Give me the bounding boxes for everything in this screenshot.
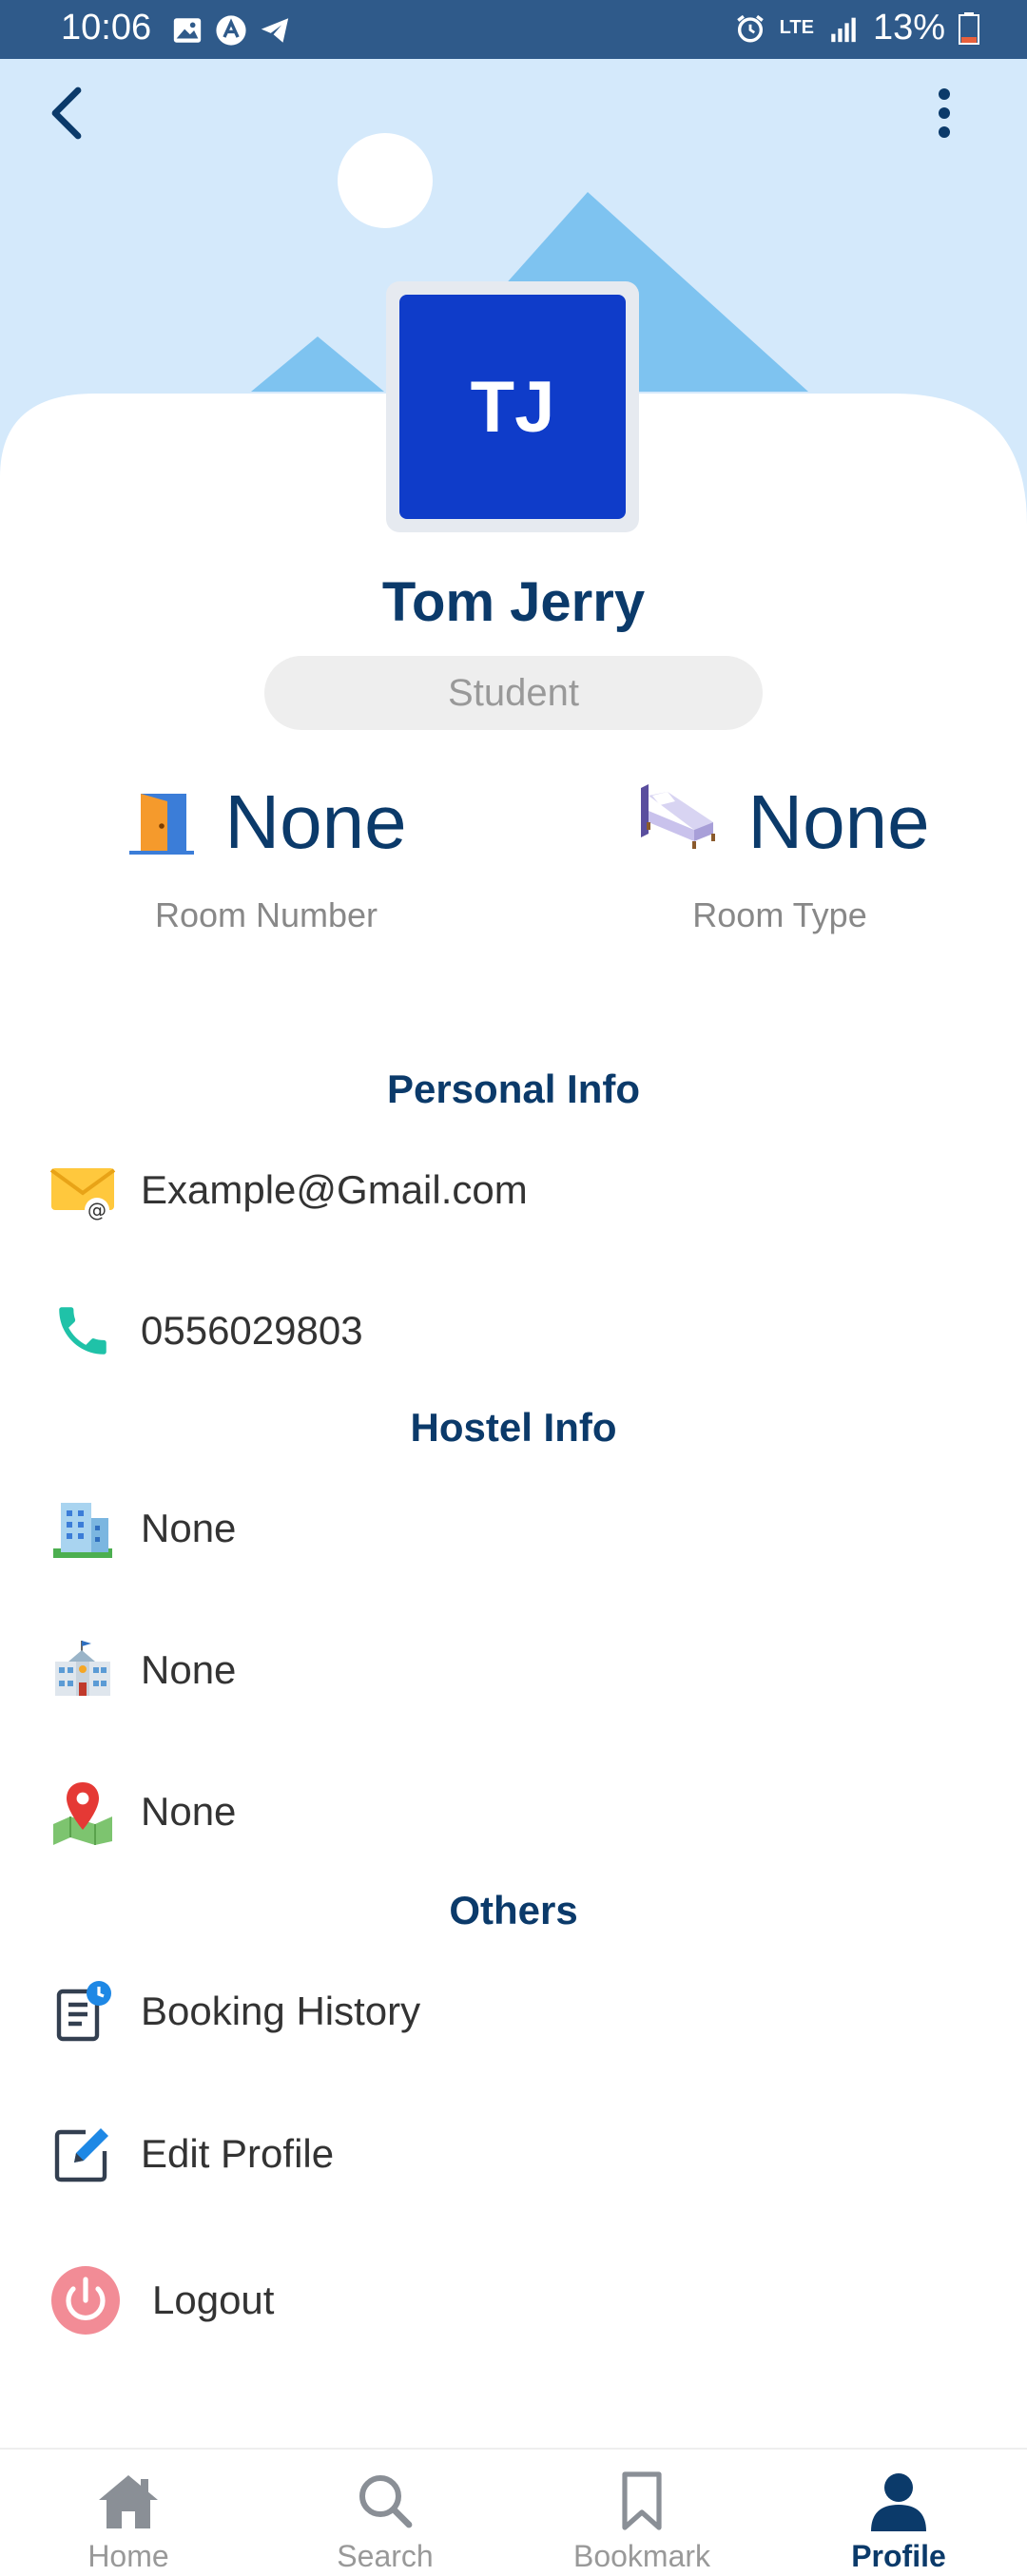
status-bar: 10:06 LTE 13% bbox=[0, 0, 1027, 59]
location-text: None bbox=[141, 1789, 237, 1834]
sun-decoration bbox=[338, 133, 433, 228]
nav-search-label: Search bbox=[337, 2539, 434, 2573]
location-row: None bbox=[49, 1774, 236, 1850]
app-icon bbox=[216, 15, 246, 46]
door-icon bbox=[129, 794, 195, 855]
email-text: Example@Gmail.com bbox=[141, 1167, 528, 1212]
bookmark-icon bbox=[609, 2469, 675, 2533]
institution-text: None bbox=[141, 1647, 237, 1692]
building-icon bbox=[49, 1495, 116, 1562]
nav-home-label: Home bbox=[87, 2539, 169, 2573]
nav-profile[interactable]: Profile bbox=[770, 2450, 1027, 2576]
booking-history-icon bbox=[49, 1978, 116, 2045]
room-number-stat: None Room Number bbox=[38, 760, 494, 935]
bottom-navigation: Home Search Bookmark Profile bbox=[0, 2448, 1027, 2576]
search-icon bbox=[352, 2469, 418, 2533]
gallery-icon bbox=[173, 18, 202, 43]
phone-row: 0556029803 bbox=[49, 1293, 363, 1369]
nav-home[interactable]: Home bbox=[0, 2450, 257, 2576]
room-type-value: None bbox=[747, 779, 930, 864]
edit-profile-label: Edit Profile bbox=[141, 2131, 335, 2176]
others-title: Others bbox=[449, 1888, 578, 1932]
hostel-name-text: None bbox=[141, 1506, 237, 1550]
person-icon bbox=[865, 2469, 932, 2533]
svg-text:@: @ bbox=[87, 1199, 107, 1221]
notification-icons bbox=[171, 13, 291, 48]
booking-history-label: Booking History bbox=[141, 1989, 421, 2033]
nav-bookmark-label: Bookmark bbox=[572, 2539, 711, 2573]
booking-history-row[interactable]: Booking History bbox=[49, 1973, 420, 2049]
alarm-icon bbox=[736, 14, 764, 42]
more-vertical-icon bbox=[939, 88, 950, 138]
bed-icon bbox=[641, 784, 716, 849]
profile-name: Tom Jerry bbox=[381, 571, 646, 633]
map-pin-icon bbox=[49, 1778, 116, 1845]
avatar[interactable]: TJ bbox=[399, 295, 626, 519]
network-type: LTE bbox=[779, 17, 814, 38]
room-type-stat: None Room Type bbox=[552, 760, 1008, 935]
more-options-button[interactable] bbox=[920, 80, 968, 146]
nav-bookmark[interactable]: Bookmark bbox=[514, 2450, 770, 2576]
battery-icon bbox=[959, 11, 979, 45]
nav-search[interactable]: Search bbox=[257, 2450, 514, 2576]
edit-icon bbox=[49, 2121, 116, 2187]
hostel-info-title: Hostel Info bbox=[410, 1405, 617, 1450]
battery-percent: 13% bbox=[872, 8, 945, 48]
power-icon bbox=[49, 2264, 122, 2336]
home-icon bbox=[95, 2469, 162, 2533]
role-label: Student bbox=[448, 671, 579, 714]
back-arrow-icon bbox=[51, 87, 82, 140]
role-badge: Student bbox=[264, 656, 763, 730]
logout-row[interactable]: Logout bbox=[49, 2262, 274, 2338]
telegram-icon bbox=[261, 18, 289, 43]
phone-icon bbox=[49, 1298, 116, 1364]
phone-text: 0556029803 bbox=[141, 1308, 363, 1353]
school-icon bbox=[49, 1637, 116, 1703]
hostel-name-row: None bbox=[49, 1490, 236, 1567]
room-number-label: Room Number bbox=[154, 895, 378, 934]
personal-info-title: Personal Info bbox=[386, 1067, 641, 1111]
nav-profile-label: Profile bbox=[851, 2539, 946, 2573]
institution-row: None bbox=[49, 1632, 236, 1708]
room-type-label: Room Type bbox=[692, 895, 867, 934]
room-number-value: None bbox=[224, 779, 407, 864]
status-time: 10:06 bbox=[61, 8, 152, 48]
email-icon: @ bbox=[49, 1157, 116, 1223]
email-row: @ Example@Gmail.com bbox=[49, 1152, 528, 1228]
avatar-initials: TJ bbox=[470, 366, 555, 448]
system-status: LTE 13% bbox=[734, 8, 979, 48]
edit-profile-row[interactable]: Edit Profile bbox=[49, 2116, 334, 2192]
back-button[interactable] bbox=[38, 80, 95, 146]
logout-label: Logout bbox=[152, 2278, 275, 2322]
signal-icon bbox=[831, 17, 856, 42]
avatar-frame: TJ bbox=[386, 281, 639, 532]
